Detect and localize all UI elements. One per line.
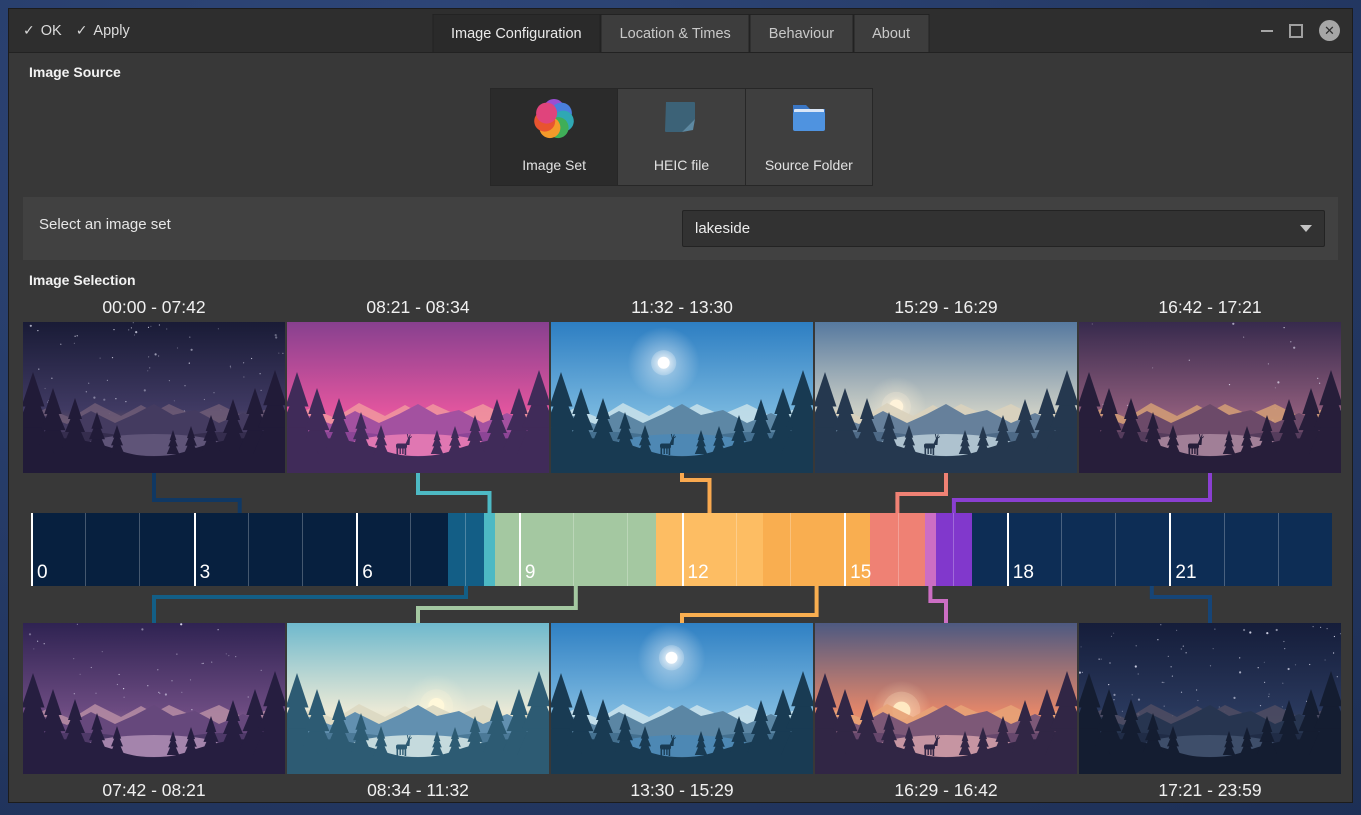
- wallpaper-thumbnail-top_row-2[interactable]: [551, 322, 813, 473]
- hour-minor-gridline: [465, 513, 466, 586]
- hour-label: 15: [850, 562, 871, 584]
- hour-label: 3: [200, 562, 211, 584]
- hour-label: 12: [688, 562, 709, 584]
- time-range-label: 07:42 - 08:21: [23, 780, 285, 801]
- connector-bottom-3: [930, 583, 946, 625]
- hour-major-gridline: [1007, 513, 1009, 586]
- hour-minor-gridline: [898, 513, 899, 586]
- hour-minor-gridline: [790, 513, 791, 586]
- wallpaper-thumbnail-bottom_row-4[interactable]: [1079, 623, 1341, 774]
- hour-label: 0: [37, 562, 48, 584]
- time-range-label: 11:32 - 13:30: [551, 297, 813, 318]
- hour-label: 18: [1013, 562, 1034, 584]
- desktop-background: ✓ OK ✓ Apply Image ConfigurationLocation…: [0, 0, 1361, 815]
- wallpaper-thumbnail-top_row-4[interactable]: [1079, 322, 1341, 473]
- hour-minor-gridline: [573, 513, 574, 586]
- hour-major-gridline: [31, 513, 33, 586]
- wallpaper-thumbnail-bottom_row-0[interactable]: [23, 623, 285, 774]
- wallpaper-thumbnail-bottom_row-1[interactable]: [287, 623, 549, 774]
- connector-top-1: [418, 472, 490, 516]
- hour-major-gridline: [1169, 513, 1171, 586]
- connector-bottom-4: [1152, 583, 1210, 625]
- time-range-label: 16:29 - 16:42: [815, 780, 1077, 801]
- hour-major-gridline: [194, 513, 196, 586]
- connector-bottom-0: [154, 583, 466, 625]
- hour-minor-gridline: [248, 513, 249, 586]
- hour-label: 9: [525, 562, 536, 584]
- app-window: ✓ OK ✓ Apply Image ConfigurationLocation…: [8, 8, 1353, 803]
- wallpaper-thumbnail-top_row-3[interactable]: [815, 322, 1077, 473]
- timeline-segment-16:29-16:42[interactable]: [925, 513, 937, 586]
- hour-label: 6: [362, 562, 373, 584]
- timeline-bar: 0 3 6 9 12 15 18 21: [31, 513, 1332, 586]
- time-range-label: 08:21 - 08:34: [287, 297, 549, 318]
- hour-minor-gridline: [953, 513, 954, 586]
- hour-minor-gridline: [85, 513, 86, 586]
- time-range-label: 15:29 - 16:29: [815, 297, 1077, 318]
- hour-minor-gridline: [1115, 513, 1116, 586]
- connector-bottom-1: [418, 583, 576, 625]
- timeline-segment-00:00-07:42[interactable]: [31, 513, 448, 586]
- connector-top-3: [897, 472, 946, 516]
- hour-minor-gridline: [302, 513, 303, 586]
- connector-top-4: [954, 472, 1210, 516]
- connector-bottom-2: [682, 583, 817, 625]
- wallpaper-thumbnail-top_row-1[interactable]: [287, 322, 549, 473]
- wallpaper-thumbnail-bottom_row-3[interactable]: [815, 623, 1077, 774]
- timeline-segment-16:42-17:21[interactable]: [936, 513, 971, 586]
- hour-minor-gridline: [410, 513, 411, 586]
- hour-label: 21: [1175, 562, 1196, 584]
- timeline-segment-11:32-13:30[interactable]: [656, 513, 763, 586]
- hour-minor-gridline: [627, 513, 628, 586]
- timeline-segment-07:42-08:21[interactable]: [448, 513, 483, 586]
- hour-major-gridline: [682, 513, 684, 586]
- hour-minor-gridline: [1278, 513, 1279, 586]
- wallpaper-thumbnail-bottom_row-2[interactable]: [551, 623, 813, 774]
- hour-minor-gridline: [1061, 513, 1062, 586]
- time-range-label: 00:00 - 07:42: [23, 297, 285, 318]
- wallpaper-thumbnail-top_row-0[interactable]: [23, 322, 285, 473]
- time-range-label: 13:30 - 15:29: [551, 780, 813, 801]
- connector-top-2: [682, 472, 710, 516]
- hour-major-gridline: [356, 513, 358, 586]
- hour-major-gridline: [519, 513, 521, 586]
- time-range-label: 17:21 - 23:59: [1079, 780, 1341, 801]
- hour-minor-gridline: [736, 513, 737, 586]
- time-range-label: 16:42 - 17:21: [1079, 297, 1341, 318]
- image-selection-area: 03691215182100:00 - 07:42 08:21 - 08:34 …: [9, 9, 1352, 802]
- hour-major-gridline: [844, 513, 846, 586]
- time-range-label: 08:34 - 11:32: [287, 780, 549, 801]
- timeline-segment-08:21-08:34[interactable]: [484, 513, 496, 586]
- hour-minor-gridline: [1224, 513, 1225, 586]
- hour-minor-gridline: [139, 513, 140, 586]
- connector-top-0: [154, 472, 240, 516]
